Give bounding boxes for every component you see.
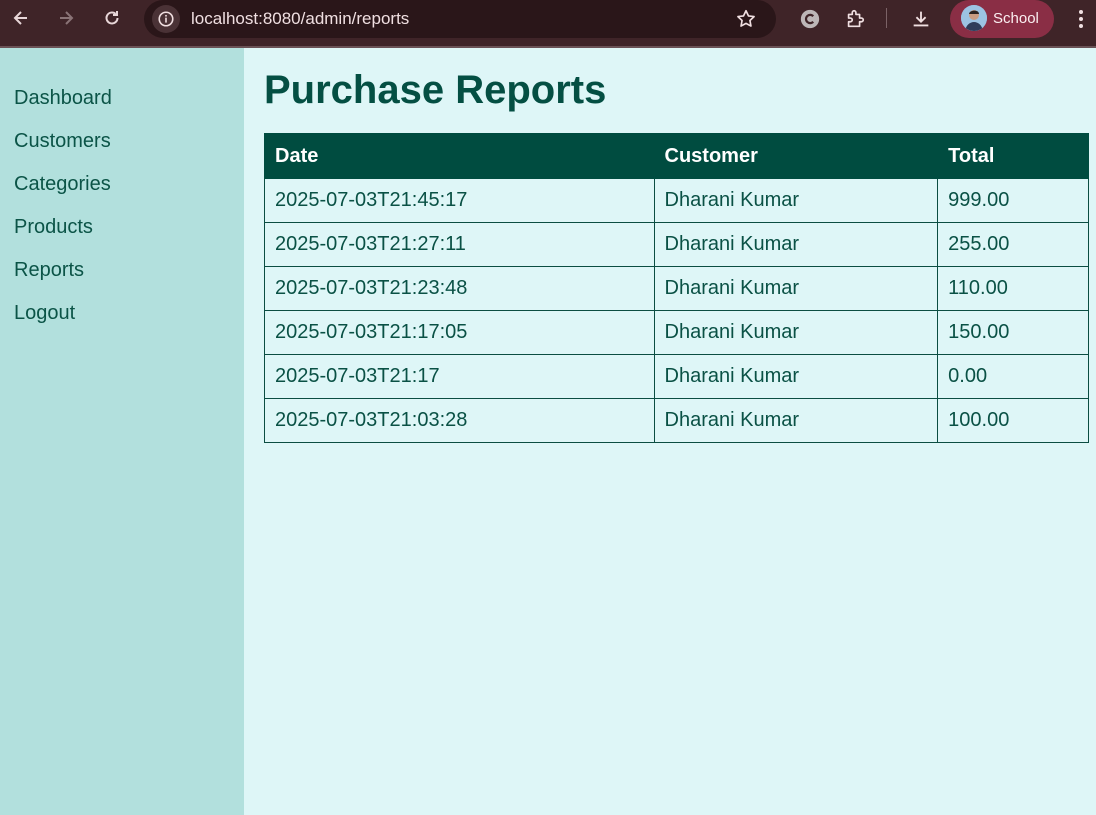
arrow-left-icon bbox=[13, 11, 27, 25]
cell-date: 2025-07-03T21:03:28 bbox=[264, 398, 655, 443]
site-info-icon[interactable] bbox=[152, 5, 180, 33]
extension-c-icon[interactable] bbox=[796, 5, 824, 33]
table-row: 2025-07-03T21:45:17 Dharani Kumar 999.00 bbox=[264, 178, 1089, 223]
back-button[interactable] bbox=[6, 6, 36, 30]
purchase-reports-table: Date Customer Total 2025-07-03T21:45:17 … bbox=[264, 133, 1089, 443]
avatar bbox=[961, 5, 987, 31]
reload-icon bbox=[105, 11, 119, 25]
url-text[interactable]: localhost:8080/admin/reports bbox=[191, 9, 409, 29]
cell-date: 2025-07-03T21:17:05 bbox=[264, 310, 655, 355]
cell-date: 2025-07-03T21:45:17 bbox=[264, 178, 655, 223]
column-header-total: Total bbox=[937, 133, 1089, 179]
sidebar-item-dashboard[interactable]: Dashboard bbox=[14, 87, 112, 110]
sidebar-item-products[interactable]: Products bbox=[14, 216, 93, 239]
cell-customer: Dharani Kumar bbox=[653, 398, 939, 443]
browser-toolbar: localhost:8080/admin/reports School bbox=[0, 0, 1096, 48]
cell-total: 0.00 bbox=[937, 354, 1089, 399]
table-row: 2025-07-03T21:03:28 Dharani Kumar 100.00 bbox=[264, 398, 1089, 443]
profile-label: School bbox=[993, 10, 1039, 27]
table-header-row: Date Customer Total bbox=[264, 133, 1089, 179]
table-row: 2025-07-03T21:17 Dharani Kumar 0.00 bbox=[264, 354, 1089, 399]
arrow-right-icon bbox=[60, 11, 74, 25]
download-icon[interactable] bbox=[907, 5, 935, 33]
bookmark-star-icon[interactable] bbox=[734, 7, 758, 31]
sidebar-item-categories[interactable]: Categories bbox=[14, 173, 111, 196]
forward-button[interactable] bbox=[51, 6, 81, 30]
sidebar: Dashboard Customers Categories Products … bbox=[0, 48, 244, 815]
column-header-customer: Customer bbox=[653, 133, 939, 179]
cell-customer: Dharani Kumar bbox=[653, 178, 939, 223]
profile-chip[interactable]: School bbox=[950, 0, 1054, 38]
cell-total: 999.00 bbox=[937, 178, 1089, 223]
column-header-date: Date bbox=[264, 133, 655, 179]
cell-customer: Dharani Kumar bbox=[653, 354, 939, 399]
cell-total: 100.00 bbox=[937, 398, 1089, 443]
sidebar-item-logout[interactable]: Logout bbox=[14, 302, 75, 325]
address-bar[interactable]: localhost:8080/admin/reports bbox=[144, 0, 776, 38]
table-row: 2025-07-03T21:27:11 Dharani Kumar 255.00 bbox=[264, 222, 1089, 267]
cell-customer: Dharani Kumar bbox=[653, 310, 939, 355]
sidebar-item-customers[interactable]: Customers bbox=[14, 130, 111, 153]
table-row: 2025-07-03T21:23:48 Dharani Kumar 110.00 bbox=[264, 266, 1089, 311]
extensions-puzzle-icon[interactable] bbox=[841, 5, 869, 33]
table-row: 2025-07-03T21:17:05 Dharani Kumar 150.00 bbox=[264, 310, 1089, 355]
cell-total: 255.00 bbox=[937, 222, 1089, 267]
sidebar-item-reports[interactable]: Reports bbox=[14, 259, 84, 282]
cell-date: 2025-07-03T21:23:48 bbox=[264, 266, 655, 311]
cell-total: 150.00 bbox=[937, 310, 1089, 355]
cell-total: 110.00 bbox=[937, 266, 1089, 311]
cell-customer: Dharani Kumar bbox=[653, 222, 939, 267]
cell-date: 2025-07-03T21:17 bbox=[264, 354, 655, 399]
page-title: Purchase Reports bbox=[264, 68, 607, 112]
cell-date: 2025-07-03T21:27:11 bbox=[264, 222, 655, 267]
kebab-menu-icon[interactable] bbox=[1070, 6, 1092, 32]
reload-button[interactable] bbox=[97, 6, 127, 30]
toolbar-divider bbox=[886, 8, 887, 28]
cell-customer: Dharani Kumar bbox=[653, 266, 939, 311]
